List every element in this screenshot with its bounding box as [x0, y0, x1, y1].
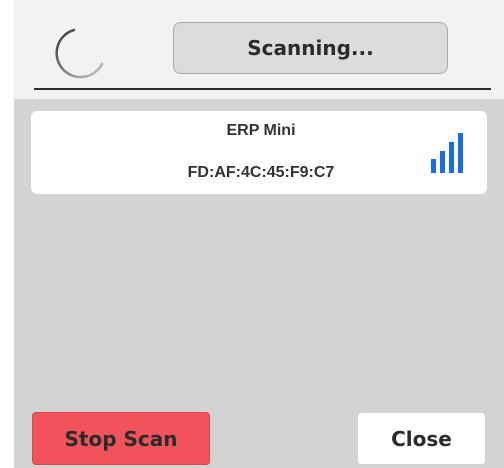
device-list-item[interactable]: ERP Mini FD:AF:4C:45:F9:C7: [31, 111, 487, 194]
stop-scan-label: Stop Scan: [64, 426, 178, 451]
scan-header: Scanning...: [14, 0, 504, 99]
device-address: FD:AF:4C:45:F9:C7: [187, 164, 335, 181]
scan-status-text: Scanning...: [247, 36, 374, 60]
device-name: ERP Mini: [226, 122, 296, 139]
loading-spinner-icon: [55, 28, 104, 79]
stop-scan-button[interactable]: Stop Scan: [32, 412, 210, 465]
close-button[interactable]: Close: [357, 412, 486, 465]
signal-strength-icon: [431, 133, 463, 173]
scan-status-box: Scanning...: [173, 22, 448, 74]
header-divider: [34, 88, 491, 90]
scan-dialog: Scanning... ERP Mini FD:AF:4C:45:F9:C7 S…: [14, 0, 504, 468]
close-label: Close: [391, 426, 452, 451]
